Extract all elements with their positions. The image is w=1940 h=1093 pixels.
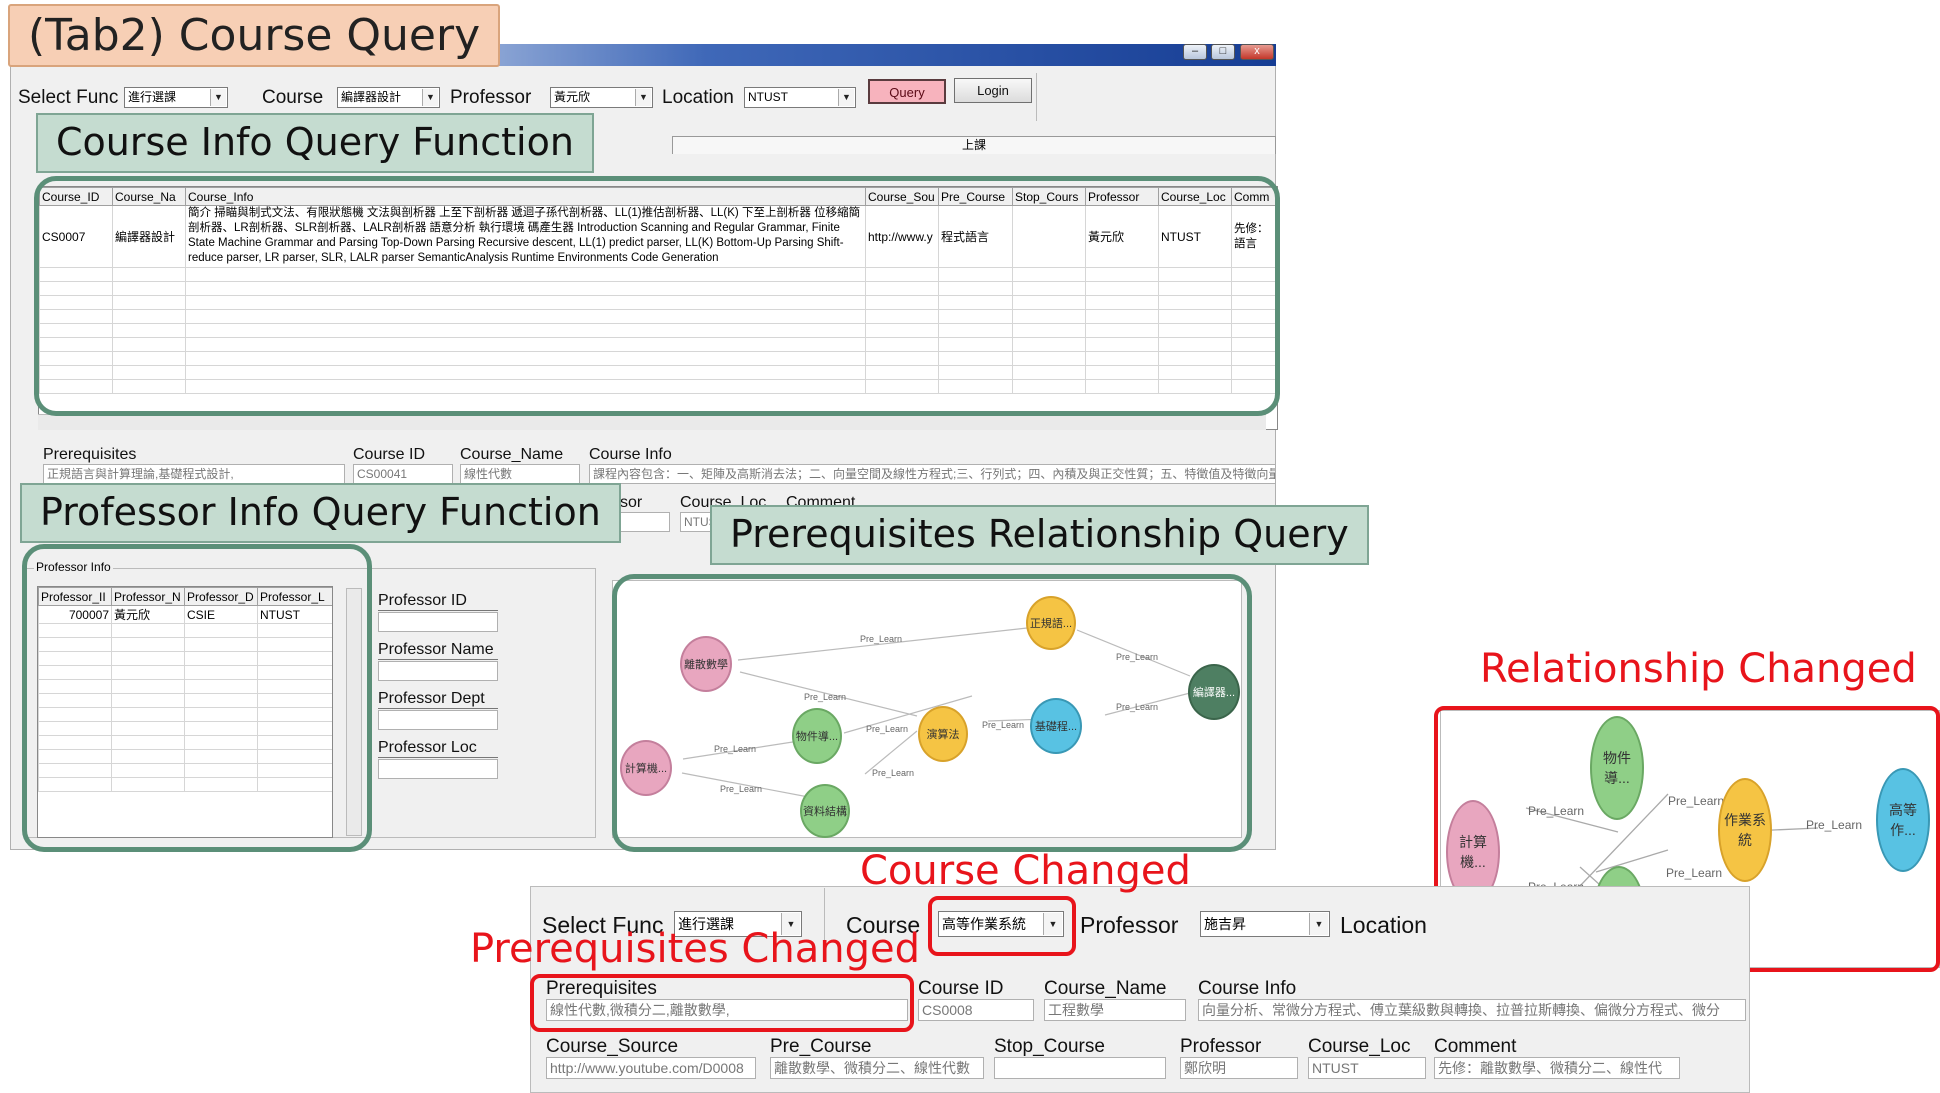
course-info-callout: Course Info Query Function	[36, 113, 594, 173]
professor-id-label: Professor ID	[378, 592, 498, 611]
prereq-graph-highlight	[612, 574, 1252, 852]
pre-course-label: Pre_Course	[770, 1036, 984, 1059]
course-info-field[interactable]: 向量分析、常微分方程式、傅立葉級數與轉換、拉普拉斯轉換、偏微分方程式、微分	[1198, 999, 1746, 1021]
chevron-down-icon: ▼	[838, 89, 854, 106]
location-dropdown[interactable]: NTUST ▼	[744, 87, 856, 108]
professor-dropdown[interactable]: 施吉昇 ▼	[1200, 911, 1330, 937]
location-value: NTUST	[748, 90, 788, 104]
professor-field[interactable]: 鄭欣明	[1180, 1057, 1298, 1079]
chevron-down-icon: ▼	[210, 89, 226, 106]
query-button[interactable]: Query	[868, 79, 946, 104]
minimize-button[interactable]: –	[1183, 44, 1207, 60]
prerequisites-field[interactable]: 正規語言與計算理論,基礎程式設計,	[43, 464, 345, 484]
stop-course-label: Stop_Course	[994, 1036, 1166, 1059]
course-changed-caption: Course Changed	[860, 848, 1191, 894]
professor-label: Professor	[450, 87, 532, 108]
professor-info-highlight	[22, 544, 372, 852]
tab2-callout: (Tab2) Course Query	[8, 4, 501, 67]
course-value: 編譯器設計	[341, 90, 402, 104]
course-id-field[interactable]: CS0008	[918, 999, 1034, 1021]
course-info-label: Course Info	[589, 446, 1276, 465]
course-loc-label: Course_Loc	[1308, 1036, 1426, 1059]
course-label: Course	[262, 87, 324, 108]
professor-info-callout: Professor Info Query Function	[20, 483, 621, 543]
professor-label: Professor	[1180, 1036, 1298, 1059]
stop-course-field[interactable]	[994, 1057, 1166, 1079]
course-name-label: Course_Name	[460, 446, 580, 465]
location-label: Location	[662, 87, 734, 108]
select-func-value: 進行選課	[128, 90, 177, 104]
horizontal-scrollbar[interactable]	[38, 414, 1266, 430]
course-loc-field[interactable]: NTUST	[1308, 1057, 1426, 1079]
prereq-relationship-callout: Prerequisites Relationship Query	[710, 505, 1369, 565]
professor-name-label: Professor Name	[378, 641, 498, 660]
chevron-down-icon: ▼	[635, 89, 651, 106]
select-func-dropdown[interactable]: 進行選課 ▼	[124, 87, 228, 108]
relationship-changed-caption: Relationship Changed	[1480, 646, 1917, 692]
prerequisites-label: Prerequisites	[43, 446, 345, 465]
location-label: Location	[1340, 912, 1427, 938]
professor-dept-label: Professor Dept	[378, 690, 498, 709]
close-button[interactable]: x	[1240, 44, 1274, 60]
course-source-field[interactable]: http://www.youtube.com/D0008	[546, 1057, 756, 1079]
professor-dropdown[interactable]: 黃元欣 ▼	[550, 87, 653, 108]
pre-course-field[interactable]: 離散數學、微積分二、線性代數	[770, 1057, 984, 1079]
course-info-field[interactable]: 課程內容包含：一、矩陣及高斯消去法；二、向量空間及線性方程式;三、行列式；四、內…	[589, 464, 1276, 484]
professor-label: Professor	[1080, 912, 1179, 938]
professor-label-partial: ssor	[612, 494, 643, 511]
toolbar-divider	[1036, 73, 1037, 121]
professor-loc-label: Professor Loc	[378, 739, 498, 758]
chevron-down-icon: ▼	[1309, 913, 1328, 935]
course-name-field[interactable]: 線性代數	[460, 464, 580, 484]
professor-dept-field[interactable]	[378, 710, 498, 730]
chevron-down-icon: ▼	[422, 89, 438, 106]
course-name-field[interactable]: 工程數學	[1044, 999, 1186, 1021]
course-id-label: Course ID	[918, 978, 1034, 1001]
comment-field[interactable]: 先修：離散數學、微積分二、線性代	[1434, 1057, 1680, 1079]
professor-value: 施吉昇	[1204, 916, 1246, 932]
professor-value: 黃元欣	[554, 90, 591, 104]
maximize-button[interactable]: □	[1211, 44, 1235, 60]
professor-id-field[interactable]	[378, 612, 498, 632]
tab-class[interactable]: 上課	[672, 136, 1276, 154]
comment-label: Comment	[1434, 1036, 1680, 1059]
select-func-label: Select Func	[18, 87, 119, 108]
course-id-field[interactable]: CS00041	[353, 464, 453, 484]
course-dropdown[interactable]: 編譯器設計 ▼	[337, 87, 440, 108]
professor-loc-field[interactable]	[378, 759, 498, 779]
prereq-changed-highlight	[530, 974, 914, 1032]
course-source-label: Course_Source	[546, 1036, 756, 1059]
professor-name-field[interactable]	[378, 661, 498, 681]
prereq-changed-caption: Prerequisites Changed	[470, 926, 920, 972]
login-button[interactable]: Login	[954, 78, 1032, 103]
course-info-highlight	[34, 176, 1280, 416]
course-id-label: Course ID	[353, 446, 453, 465]
course-name-label: Course_Name	[1044, 978, 1186, 1001]
course-info-label: Course Info	[1198, 978, 1746, 1001]
course-changed-highlight	[928, 896, 1076, 956]
